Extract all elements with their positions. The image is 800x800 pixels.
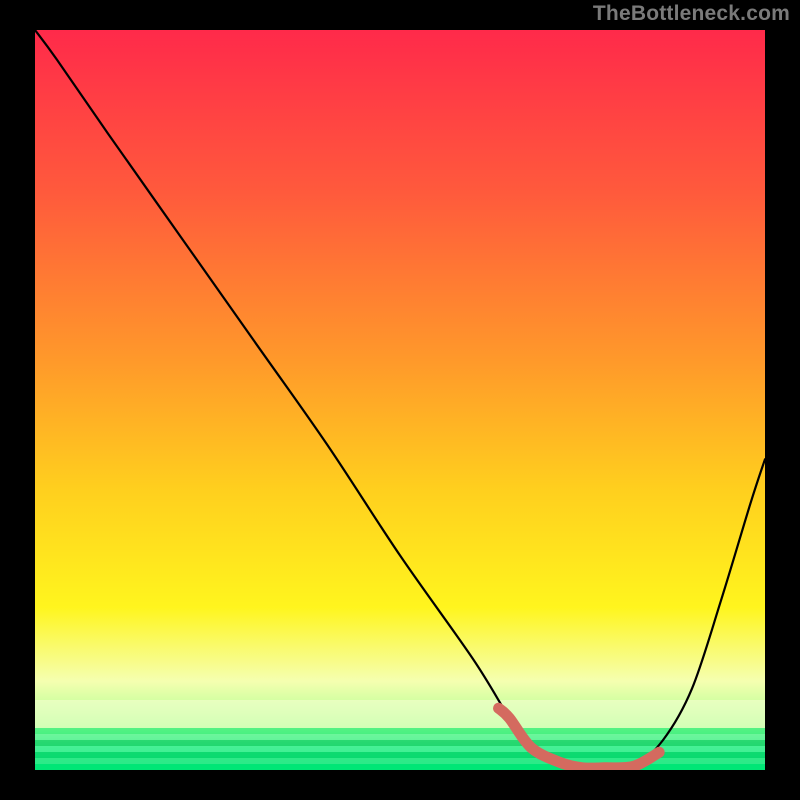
gradient-panel — [35, 30, 765, 770]
pale-band — [35, 700, 765, 728]
chart-svg — [0, 0, 800, 800]
chart-stage: TheBottleneck.com — [0, 0, 800, 800]
